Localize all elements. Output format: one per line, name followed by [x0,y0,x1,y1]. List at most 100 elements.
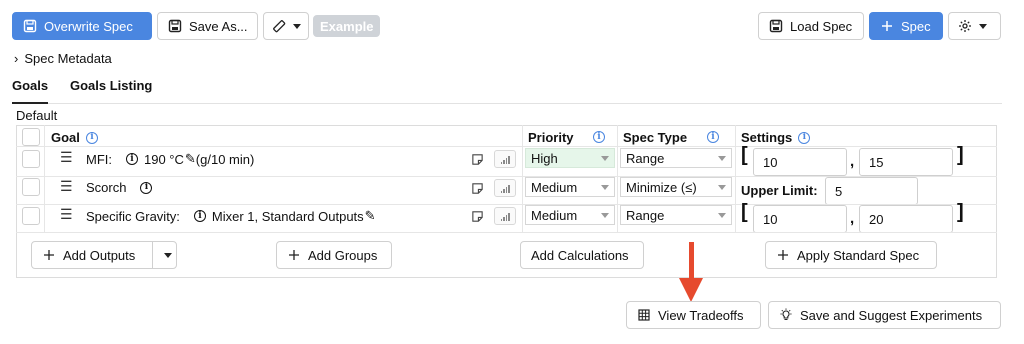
signal-icon[interactable] [494,150,516,168]
row-checkbox[interactable] [22,207,40,225]
range-open-bracket: [ [741,201,748,223]
row-checkbox[interactable] [22,178,40,196]
add-outputs-split-button: Add Outputs [31,241,177,269]
measure-dropdown-button[interactable] [263,12,309,40]
goal-name: Specific Gravity: [86,208,180,224]
spec-type-value: Range [626,150,665,166]
spec-type-select[interactable]: Minimize (≤) [620,177,732,197]
goal-unit: (g/10 min) [195,151,255,167]
goal-name: Scorch [86,180,127,195]
add-outputs-dropdown[interactable] [160,242,176,268]
goal-header-label: Goal [51,130,80,145]
add-spec-button[interactable]: Spec [869,12,943,40]
active-tab-indicator [12,102,48,104]
range-low-value: 10 [763,154,778,170]
info-icon[interactable]: i [140,181,153,194]
save-icon [168,19,182,33]
chevron-down-icon [293,23,301,29]
priority-select[interactable]: Medium [525,177,615,197]
note-icon[interactable] [468,150,486,168]
range-high-input[interactable]: 15 [859,148,953,176]
spec-metadata-toggle[interactable]: › Spec Metadata [14,51,112,66]
priority-select[interactable]: Medium [525,205,615,225]
priority-value: High [531,150,558,166]
view-tradeoffs-button[interactable]: View Tradeoffs [626,301,761,329]
chevron-down-icon [163,252,172,258]
save-suggest-label: Save and Suggest Experiments [800,307,983,323]
add-groups-button[interactable]: Add Groups [276,241,392,269]
load-spec-label: Load Spec [790,18,853,34]
signal-icon[interactable] [494,179,516,197]
add-outputs-button[interactable]: Add Outputs [32,242,145,268]
spec-type-select[interactable]: Range [620,205,732,225]
goal-detail: 190 °C [144,151,184,167]
chevron-down-icon [601,184,609,190]
chevron-down-icon [718,155,726,161]
info-icon[interactable]: i [193,210,206,222]
tab-goals[interactable]: Goals [12,78,48,93]
goal-detail: Mixer 1, Standard Outputs [211,208,364,224]
overwrite-spec-button[interactable]: Overwrite Spec [12,12,152,40]
column-divider [735,125,736,232]
add-calculations-label: Add Calculations [531,247,629,263]
info-icon[interactable]: i [126,153,138,165]
upper-limit-label: Upper Limit: [741,183,818,198]
gear-icon [958,19,972,33]
range-low-input[interactable]: 10 [753,205,847,233]
tab-goals-listing[interactable]: Goals Listing [70,78,152,93]
chevron-down-icon [979,23,987,29]
pencil-icon[interactable]: ✎ [365,208,376,224]
spec-type-column-header: Spec Type [623,130,687,145]
range-low-input[interactable]: 10 [753,148,847,176]
range-close-bracket: ] [957,144,964,166]
range-high-input[interactable]: 20 [859,205,953,233]
annotation-arrow-head [679,278,703,302]
row-divider [16,232,997,233]
apply-standard-spec-button[interactable]: Apply Standard Spec [765,241,937,269]
section-label: Default [16,108,58,123]
row-divider [16,146,997,147]
annotation-arrow-shaft [689,242,694,280]
view-tradeoffs-label: View Tradeoffs [658,307,744,323]
range-open-bracket: [ [741,144,748,166]
add-groups-label: Add Groups [308,247,378,263]
drag-handle-icon[interactable]: ☰ [60,206,73,223]
note-icon[interactable] [468,207,486,225]
row-checkbox[interactable] [22,150,40,168]
priority-header-label: Priority [528,130,574,145]
signal-icon[interactable] [494,207,516,225]
note-icon[interactable] [468,179,486,197]
add-calculations-button[interactable]: Add Calculations [520,241,644,269]
info-icon[interactable]: i [707,131,719,143]
info-icon[interactable]: i [798,131,811,144]
priority-select[interactable]: High [525,148,615,168]
pencil-icon[interactable]: ✎ [185,151,196,167]
column-divider [522,125,523,232]
range-high-value: 20 [869,211,884,227]
select-all-checkbox[interactable] [22,128,40,146]
drag-handle-icon[interactable]: ☰ [60,149,73,166]
chevron-down-icon [601,212,609,218]
ruler-icon [272,19,286,33]
save-as-label: Save As... [189,18,248,34]
settings-dropdown-button[interactable] [948,12,1001,40]
range-separator: , [850,210,855,227]
goal-cell: Scorch i [86,180,153,195]
save-suggest-experiments-button[interactable]: Save and Suggest Experiments [768,301,1001,329]
range-low-value: 10 [763,211,778,227]
load-spec-button[interactable]: Load Spec [758,12,864,40]
info-icon[interactable]: i [593,131,605,143]
tabs-divider [12,103,1002,104]
upper-limit-input[interactable]: 5 [825,177,918,205]
settings-header-label: Settings [741,130,793,145]
spec-type-select[interactable]: Range [620,148,732,168]
info-icon[interactable]: i [85,131,98,144]
priority-value: Medium [531,179,578,195]
drag-handle-icon[interactable]: ☰ [60,178,73,195]
spec-metadata-label: Spec Metadata [24,51,112,66]
goal-column-header: Goal i [51,130,98,145]
goal-cell: MFI: i 190 °C ✎ (g/10 min) [86,151,254,167]
column-divider [617,125,618,232]
save-as-button[interactable]: Save As... [157,12,258,40]
grid-icon [637,308,651,322]
